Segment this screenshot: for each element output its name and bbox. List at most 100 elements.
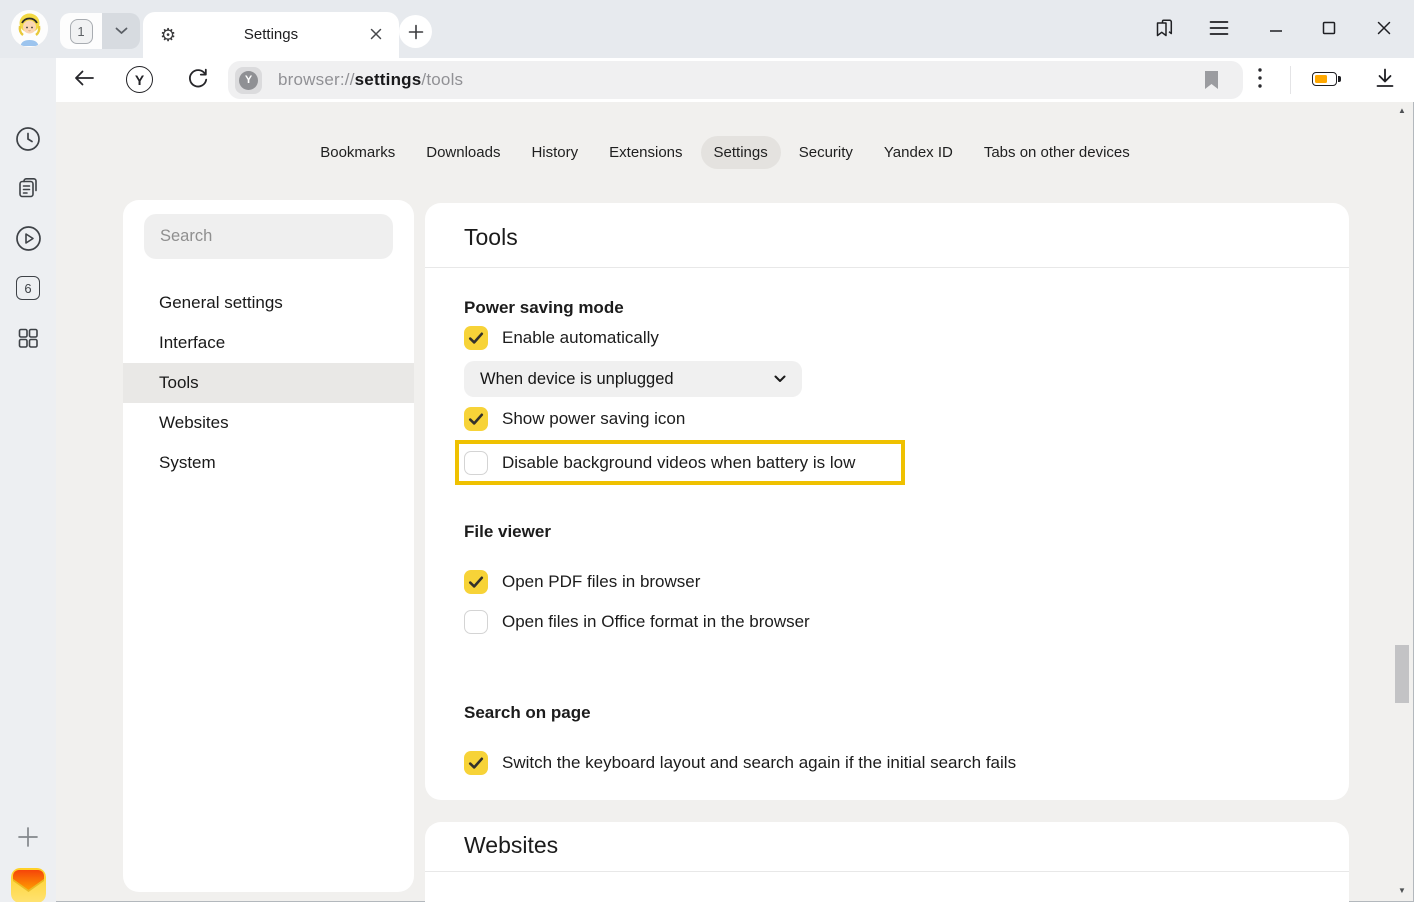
nav-downloads[interactable]: Downloads (413, 136, 513, 169)
tab-count-badge: 1 (70, 19, 93, 44)
nav-yandex-id[interactable]: Yandex ID (871, 136, 966, 169)
nav-history[interactable]: History (518, 136, 591, 169)
checkbox-unchecked-icon[interactable] (464, 451, 488, 475)
sidebar-item-websites[interactable]: Websites (123, 403, 414, 443)
browser-toolbar: Y Y browser://settings/tools (56, 58, 1414, 102)
tab-close-icon[interactable] (369, 27, 383, 41)
history-button[interactable] (0, 126, 56, 152)
setting-label: Disable background videos when battery i… (502, 453, 855, 473)
url-highlight: settings (355, 70, 422, 89)
maximize-icon (1321, 20, 1337, 36)
scroll-up-arrow-icon[interactable]: ▲ (1393, 104, 1411, 116)
checkbox-unchecked-icon[interactable] (464, 610, 488, 634)
hamburger-icon (1209, 20, 1229, 36)
tab-counter-widget: 1 (60, 13, 140, 49)
setting-row-open-office[interactable]: Open files in Office format in the brows… (425, 602, 1349, 642)
menu-button[interactable] (1201, 10, 1237, 46)
maximize-button[interactable] (1311, 10, 1347, 46)
site-badge[interactable]: Y (235, 67, 262, 94)
side-rail: 6 (0, 58, 56, 902)
close-icon (1376, 20, 1392, 36)
minimize-icon (1268, 20, 1284, 36)
power-saving-battery-button[interactable] (1312, 72, 1337, 86)
bookmarks-panel-button[interactable] (1146, 10, 1182, 46)
checkbox-checked-icon[interactable] (464, 751, 488, 775)
tab-groups-button[interactable]: 6 (0, 276, 56, 300)
reload-button[interactable] (187, 67, 209, 89)
site-yandex-icon: Y (239, 71, 258, 90)
new-tab-button[interactable] (399, 15, 432, 48)
bookmarks-icon (1153, 17, 1175, 39)
setting-label: Switch the keyboard layout and search ag… (502, 753, 1016, 773)
minimize-button[interactable] (1258, 10, 1294, 46)
address-bar[interactable]: Y browser://settings/tools (228, 61, 1243, 99)
download-icon (1374, 67, 1396, 89)
yandex-mail-button[interactable] (0, 868, 56, 902)
page-title: Tools (425, 203, 1349, 251)
tab-list-dropdown-button[interactable] (102, 13, 140, 49)
toolbar-separator (1290, 66, 1291, 94)
settings-sidebar-card: General settings Interface Tools Website… (123, 200, 414, 892)
nav-settings[interactable]: Settings (701, 136, 781, 169)
chevron-down-icon (115, 27, 128, 35)
battery-icon (1312, 72, 1337, 86)
checkbox-checked-icon[interactable] (464, 407, 488, 431)
clock-icon (15, 126, 41, 152)
sidebar-item-system[interactable]: System (123, 443, 414, 483)
add-panel-button[interactable] (0, 826, 56, 848)
setting-row-show-power-saving-icon[interactable]: Show power saving icon (425, 399, 1349, 439)
more-actions-button[interactable] (1257, 67, 1263, 89)
back-button[interactable] (72, 66, 96, 90)
setting-row-switch-keyboard-layout[interactable]: Switch the keyboard layout and search ag… (425, 743, 1349, 783)
video-button[interactable] (0, 225, 56, 252)
power-saving-trigger-select[interactable]: When device is unplugged (464, 361, 802, 397)
reload-icon (187, 67, 209, 89)
power-saving-section-title: Power saving mode (425, 298, 1349, 318)
close-window-button[interactable] (1366, 10, 1402, 46)
tab-strip: 1 ⚙ Settings (0, 0, 1414, 58)
card-divider (425, 871, 1349, 872)
tab-settings[interactable]: ⚙ Settings (143, 12, 399, 58)
scroll-down-arrow-icon[interactable]: ▼ (1393, 884, 1411, 896)
bookmark-page-button[interactable] (1204, 70, 1219, 90)
scrollbar-thumb[interactable] (1395, 645, 1409, 703)
yandex-home-button[interactable]: Y (126, 66, 153, 93)
setting-row-open-pdf[interactable]: Open PDF files in browser (425, 562, 1349, 602)
setting-label: Enable automatically (502, 328, 659, 348)
plus-icon (408, 24, 424, 40)
avatar-illustration (11, 10, 48, 47)
feed-button[interactable] (0, 175, 56, 201)
tab-title: Settings (143, 26, 399, 43)
url-text: browser://settings/tools (278, 70, 463, 90)
websites-settings-card: Websites (425, 822, 1349, 902)
profile-avatar[interactable] (11, 10, 48, 47)
select-value: When device is unplugged (480, 370, 774, 389)
browser-window: 1 ⚙ Settings (0, 0, 1414, 902)
sidebar-item-tools[interactable]: Tools (123, 363, 414, 403)
nav-tabs-other-devices[interactable]: Tabs on other devices (971, 136, 1143, 169)
nav-extensions[interactable]: Extensions (596, 136, 695, 169)
sidebar-item-general-settings[interactable]: General settings (123, 283, 414, 323)
bookmark-flag-icon (1204, 70, 1219, 90)
nav-security[interactable]: Security (786, 136, 866, 169)
tab-group-count-badge: 6 (16, 276, 40, 300)
play-circle-icon (15, 225, 42, 252)
checkbox-checked-icon[interactable] (464, 570, 488, 594)
plus-icon (17, 826, 39, 848)
mail-logo-icon (11, 868, 46, 902)
settings-nav: Bookmarks Downloads History Extensions S… (56, 135, 1394, 169)
services-button[interactable] (0, 325, 56, 351)
setting-row-enable-automatically[interactable]: Enable automatically (425, 318, 1349, 358)
downloads-button[interactable] (1374, 67, 1396, 89)
setting-row-disable-background-videos[interactable]: Disable background videos when battery i… (459, 451, 855, 475)
setting-label: Open files in Office format in the brows… (502, 612, 810, 632)
nav-bookmarks[interactable]: Bookmarks (307, 136, 408, 169)
yandex-logo-icon: Y (126, 66, 153, 93)
search-input[interactable] (144, 214, 393, 259)
tab-group-button[interactable]: 1 (60, 13, 102, 49)
kebab-menu-icon (1257, 67, 1263, 89)
sidebar-item-interface[interactable]: Interface (123, 323, 414, 363)
url-prefix: browser:// (278, 70, 355, 89)
checkbox-checked-icon[interactable] (464, 326, 488, 350)
page-scrollbar[interactable]: ▲ ▼ (1393, 104, 1411, 896)
